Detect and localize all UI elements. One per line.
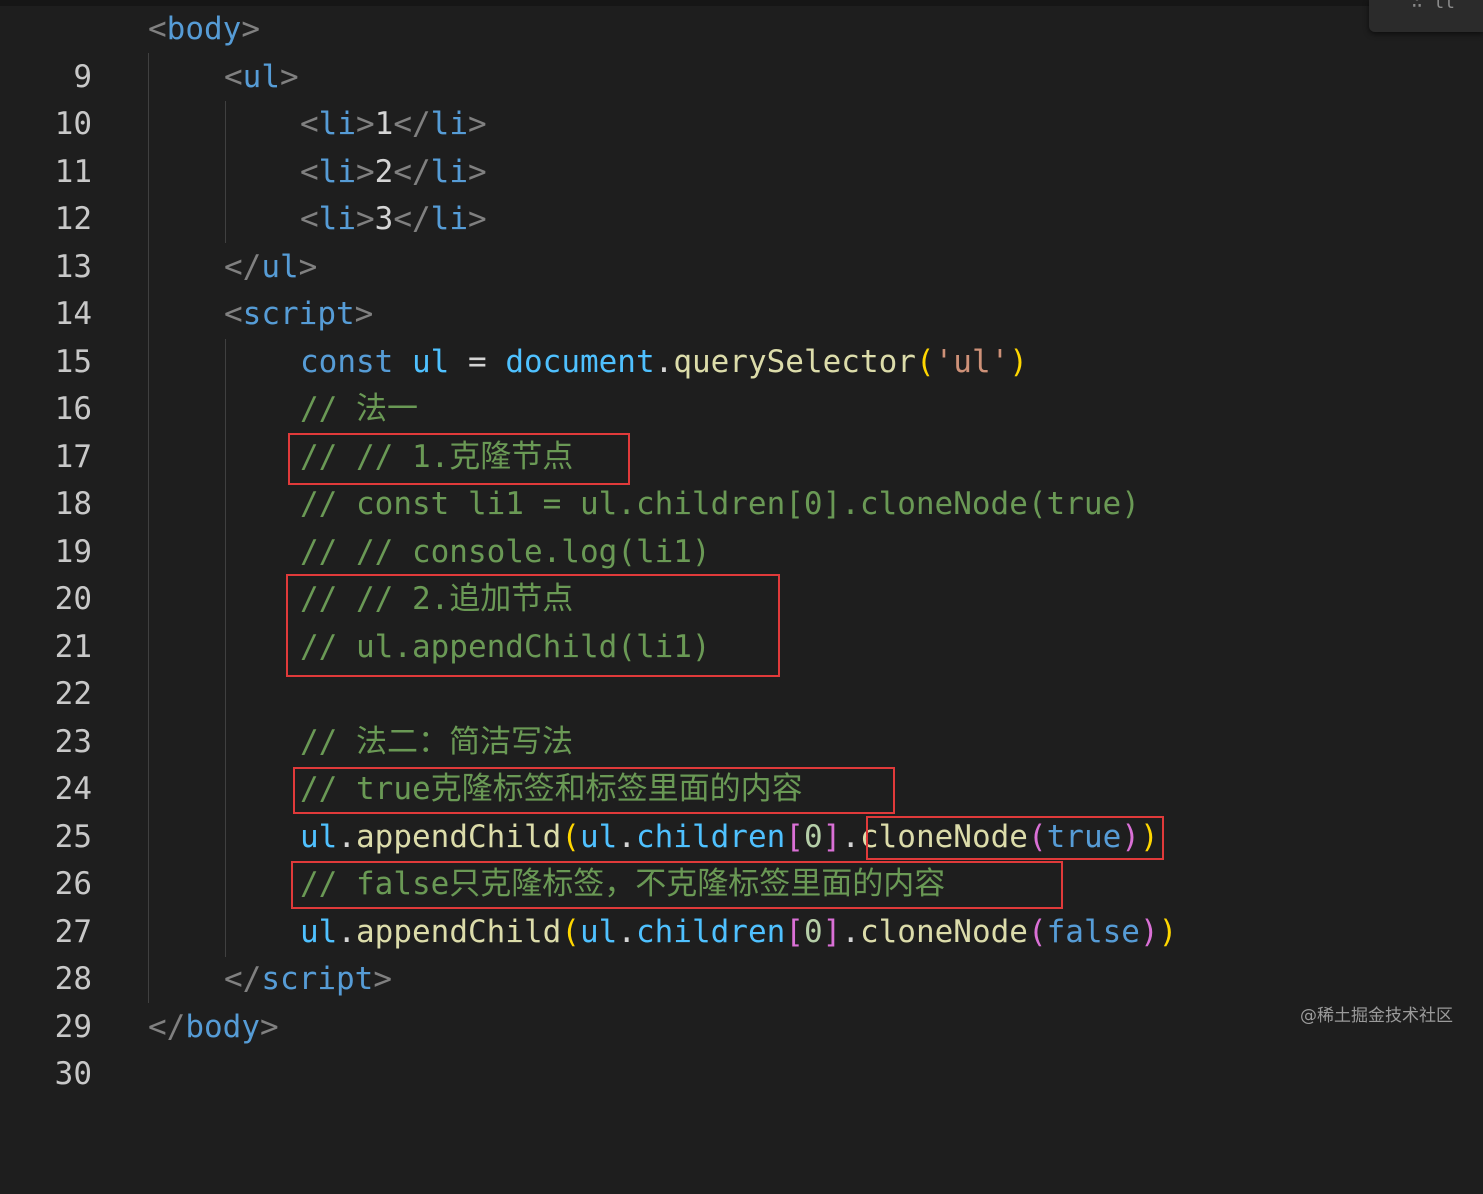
- code-line: 13 <li>3</li>: [0, 196, 1483, 285]
- line-number: 30: [54, 1056, 92, 1092]
- code-line: 30 </body>: [0, 1004, 1483, 1093]
- code-line: 26 ul.appendChild(ul.children[0].cloneNo…: [0, 814, 1483, 903]
- line-code: </body>: [148, 1008, 279, 1045]
- annotation-box: [293, 767, 895, 814]
- line-code: ul.appendChild(ul.children[0].cloneNode(…: [300, 913, 1178, 950]
- code-line: 29 </script>: [0, 956, 1483, 1045]
- line-comment: // 法一: [300, 391, 418, 427]
- code-line: 20 // // console.log(li1): [0, 529, 1483, 618]
- code-line: 19 // const li1 = ul.children[0].cloneNo…: [0, 481, 1483, 570]
- code-line: 14 </ul>: [0, 244, 1483, 333]
- line-comment: // const li1 = ul.children[0].cloneNode(…: [300, 486, 1140, 522]
- annotation-box: [291, 861, 1063, 909]
- code-line: 24 // 法二：简洁写法: [0, 719, 1483, 808]
- line-comment: // // console.log(li1): [300, 533, 711, 570]
- line-code: <li>1</li>: [300, 106, 487, 142]
- annotation-box: [286, 574, 780, 677]
- annotation-box: [866, 816, 1164, 860]
- code-line: 17 // 法一: [0, 386, 1483, 475]
- code-line: 23: [0, 671, 1483, 760]
- code-line: 10 <ul>: [0, 54, 1483, 143]
- line-code: <li>2</li>: [300, 153, 487, 190]
- line-code: <script>: [224, 296, 374, 332]
- annotation-box: [288, 433, 630, 485]
- code-line: 18 // // 1.克隆节点: [0, 434, 1483, 523]
- line-code: </ul>: [224, 248, 318, 285]
- line-code: const ul = document.querySelector('ul'): [300, 343, 1028, 380]
- line-code: <ul>: [224, 58, 299, 95]
- line-comment: // 法二：简洁写法: [300, 723, 573, 760]
- code-line: 12 <li>2</li>: [0, 149, 1483, 238]
- line-code: <body>: [148, 11, 260, 47]
- line-code: </script>: [224, 961, 392, 997]
- code-line: 11 <li>1</li>: [0, 101, 1483, 190]
- line-code: <li>3</li>: [300, 201, 487, 237]
- code-line: 15 <script>: [0, 291, 1483, 380]
- code-line: 16 const ul = document.querySelector('ul…: [0, 339, 1483, 428]
- code-editor[interactable]: 9 <body> 10 <ul> 11 <li>1</li> 12 <li>2<…: [0, 6, 1483, 1093]
- watermark: @稀土掘金技术社区: [1300, 1006, 1453, 1026]
- code-line: 9 <body>: [0, 6, 1483, 95]
- code-line: 28 ul.appendChild(ul.children[0].cloneNo…: [0, 909, 1483, 998]
